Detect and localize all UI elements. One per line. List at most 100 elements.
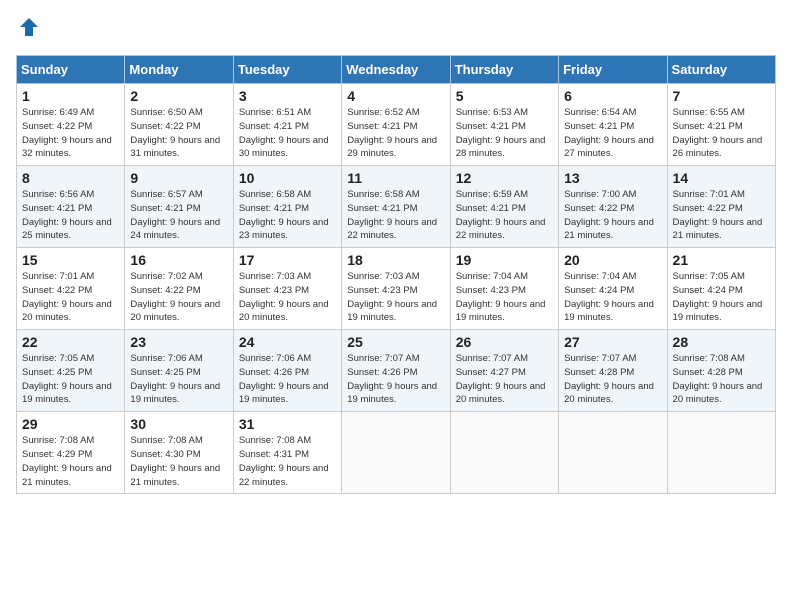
day-number: 10 [239,170,336,186]
calendar-cell: 8 Sunrise: 6:56 AM Sunset: 4:21 PM Dayli… [17,166,125,248]
calendar-cell: 3 Sunrise: 6:51 AM Sunset: 4:21 PM Dayli… [233,84,341,166]
day-number: 27 [564,334,661,350]
day-number: 19 [456,252,553,268]
calendar-header-saturday: Saturday [667,56,775,84]
day-number: 20 [564,252,661,268]
calendar-cell: 14 Sunrise: 7:01 AM Sunset: 4:22 PM Dayl… [667,166,775,248]
cell-info: Sunrise: 7:02 AM Sunset: 4:22 PM Dayligh… [130,270,227,325]
calendar-cell: 28 Sunrise: 7:08 AM Sunset: 4:28 PM Dayl… [667,330,775,412]
day-number: 30 [130,416,227,432]
cell-info: Sunrise: 6:52 AM Sunset: 4:21 PM Dayligh… [347,106,444,161]
day-number: 9 [130,170,227,186]
day-number: 4 [347,88,444,104]
calendar-cell: 6 Sunrise: 6:54 AM Sunset: 4:21 PM Dayli… [559,84,667,166]
calendar-cell: 31 Sunrise: 7:08 AM Sunset: 4:31 PM Dayl… [233,412,341,494]
cell-info: Sunrise: 7:07 AM Sunset: 4:27 PM Dayligh… [456,352,553,407]
cell-info: Sunrise: 6:53 AM Sunset: 4:21 PM Dayligh… [456,106,553,161]
calendar-table: SundayMondayTuesdayWednesdayThursdayFrid… [16,55,776,494]
cell-info: Sunrise: 6:49 AM Sunset: 4:22 PM Dayligh… [22,106,119,161]
calendar-cell [450,412,558,494]
cell-info: Sunrise: 6:58 AM Sunset: 4:21 PM Dayligh… [239,188,336,243]
calendar-cell: 13 Sunrise: 7:00 AM Sunset: 4:22 PM Dayl… [559,166,667,248]
calendar-cell: 17 Sunrise: 7:03 AM Sunset: 4:23 PM Dayl… [233,248,341,330]
calendar-week-row: 29 Sunrise: 7:08 AM Sunset: 4:29 PM Dayl… [17,412,776,494]
logo-icon [18,16,40,43]
day-number: 7 [673,88,770,104]
day-number: 21 [673,252,770,268]
day-number: 5 [456,88,553,104]
calendar-header-friday: Friday [559,56,667,84]
calendar-cell: 27 Sunrise: 7:07 AM Sunset: 4:28 PM Dayl… [559,330,667,412]
cell-info: Sunrise: 7:08 AM Sunset: 4:30 PM Dayligh… [130,434,227,489]
cell-info: Sunrise: 7:03 AM Sunset: 4:23 PM Dayligh… [347,270,444,325]
calendar-cell: 18 Sunrise: 7:03 AM Sunset: 4:23 PM Dayl… [342,248,450,330]
calendar-cell: 21 Sunrise: 7:05 AM Sunset: 4:24 PM Dayl… [667,248,775,330]
calendar-cell: 24 Sunrise: 7:06 AM Sunset: 4:26 PM Dayl… [233,330,341,412]
page-header [16,16,776,43]
day-number: 31 [239,416,336,432]
calendar-cell: 2 Sunrise: 6:50 AM Sunset: 4:22 PM Dayli… [125,84,233,166]
cell-info: Sunrise: 6:57 AM Sunset: 4:21 PM Dayligh… [130,188,227,243]
cell-info: Sunrise: 6:56 AM Sunset: 4:21 PM Dayligh… [22,188,119,243]
cell-info: Sunrise: 7:07 AM Sunset: 4:28 PM Dayligh… [564,352,661,407]
day-number: 23 [130,334,227,350]
cell-info: Sunrise: 7:08 AM Sunset: 4:29 PM Dayligh… [22,434,119,489]
calendar-week-row: 22 Sunrise: 7:05 AM Sunset: 4:25 PM Dayl… [17,330,776,412]
calendar-cell [559,412,667,494]
day-number: 12 [456,170,553,186]
cell-info: Sunrise: 7:01 AM Sunset: 4:22 PM Dayligh… [673,188,770,243]
cell-info: Sunrise: 7:08 AM Sunset: 4:28 PM Dayligh… [673,352,770,407]
day-number: 29 [22,416,119,432]
cell-info: Sunrise: 7:03 AM Sunset: 4:23 PM Dayligh… [239,270,336,325]
cell-info: Sunrise: 7:06 AM Sunset: 4:25 PM Dayligh… [130,352,227,407]
cell-info: Sunrise: 7:08 AM Sunset: 4:31 PM Dayligh… [239,434,336,489]
day-number: 15 [22,252,119,268]
calendar-cell: 9 Sunrise: 6:57 AM Sunset: 4:21 PM Dayli… [125,166,233,248]
day-number: 25 [347,334,444,350]
calendar-cell: 10 Sunrise: 6:58 AM Sunset: 4:21 PM Dayl… [233,166,341,248]
calendar-cell: 12 Sunrise: 6:59 AM Sunset: 4:21 PM Dayl… [450,166,558,248]
calendar-cell [667,412,775,494]
day-number: 1 [22,88,119,104]
calendar-header-wednesday: Wednesday [342,56,450,84]
cell-info: Sunrise: 7:05 AM Sunset: 4:24 PM Dayligh… [673,270,770,325]
cell-info: Sunrise: 6:50 AM Sunset: 4:22 PM Dayligh… [130,106,227,161]
calendar-header-sunday: Sunday [17,56,125,84]
day-number: 18 [347,252,444,268]
calendar-cell: 20 Sunrise: 7:04 AM Sunset: 4:24 PM Dayl… [559,248,667,330]
calendar-header-row: SundayMondayTuesdayWednesdayThursdayFrid… [17,56,776,84]
calendar-cell: 25 Sunrise: 7:07 AM Sunset: 4:26 PM Dayl… [342,330,450,412]
cell-info: Sunrise: 6:54 AM Sunset: 4:21 PM Dayligh… [564,106,661,161]
cell-info: Sunrise: 7:04 AM Sunset: 4:23 PM Dayligh… [456,270,553,325]
cell-info: Sunrise: 7:07 AM Sunset: 4:26 PM Dayligh… [347,352,444,407]
day-number: 14 [673,170,770,186]
cell-info: Sunrise: 7:00 AM Sunset: 4:22 PM Dayligh… [564,188,661,243]
day-number: 2 [130,88,227,104]
cell-info: Sunrise: 6:51 AM Sunset: 4:21 PM Dayligh… [239,106,336,161]
calendar-cell: 19 Sunrise: 7:04 AM Sunset: 4:23 PM Dayl… [450,248,558,330]
calendar-cell: 5 Sunrise: 6:53 AM Sunset: 4:21 PM Dayli… [450,84,558,166]
cell-info: Sunrise: 7:01 AM Sunset: 4:22 PM Dayligh… [22,270,119,325]
day-number: 8 [22,170,119,186]
calendar-cell: 29 Sunrise: 7:08 AM Sunset: 4:29 PM Dayl… [17,412,125,494]
calendar-week-row: 8 Sunrise: 6:56 AM Sunset: 4:21 PM Dayli… [17,166,776,248]
calendar-cell: 15 Sunrise: 7:01 AM Sunset: 4:22 PM Dayl… [17,248,125,330]
cell-info: Sunrise: 7:04 AM Sunset: 4:24 PM Dayligh… [564,270,661,325]
calendar-cell: 26 Sunrise: 7:07 AM Sunset: 4:27 PM Dayl… [450,330,558,412]
cell-info: Sunrise: 6:59 AM Sunset: 4:21 PM Dayligh… [456,188,553,243]
cell-info: Sunrise: 7:06 AM Sunset: 4:26 PM Dayligh… [239,352,336,407]
calendar-cell: 23 Sunrise: 7:06 AM Sunset: 4:25 PM Dayl… [125,330,233,412]
calendar-header-thursday: Thursday [450,56,558,84]
day-number: 28 [673,334,770,350]
day-number: 17 [239,252,336,268]
cell-info: Sunrise: 6:58 AM Sunset: 4:21 PM Dayligh… [347,188,444,243]
day-number: 6 [564,88,661,104]
day-number: 11 [347,170,444,186]
calendar-cell: 11 Sunrise: 6:58 AM Sunset: 4:21 PM Dayl… [342,166,450,248]
calendar-cell: 22 Sunrise: 7:05 AM Sunset: 4:25 PM Dayl… [17,330,125,412]
calendar-cell: 7 Sunrise: 6:55 AM Sunset: 4:21 PM Dayli… [667,84,775,166]
calendar-cell: 1 Sunrise: 6:49 AM Sunset: 4:22 PM Dayli… [17,84,125,166]
day-number: 26 [456,334,553,350]
calendar-cell: 30 Sunrise: 7:08 AM Sunset: 4:30 PM Dayl… [125,412,233,494]
day-number: 24 [239,334,336,350]
